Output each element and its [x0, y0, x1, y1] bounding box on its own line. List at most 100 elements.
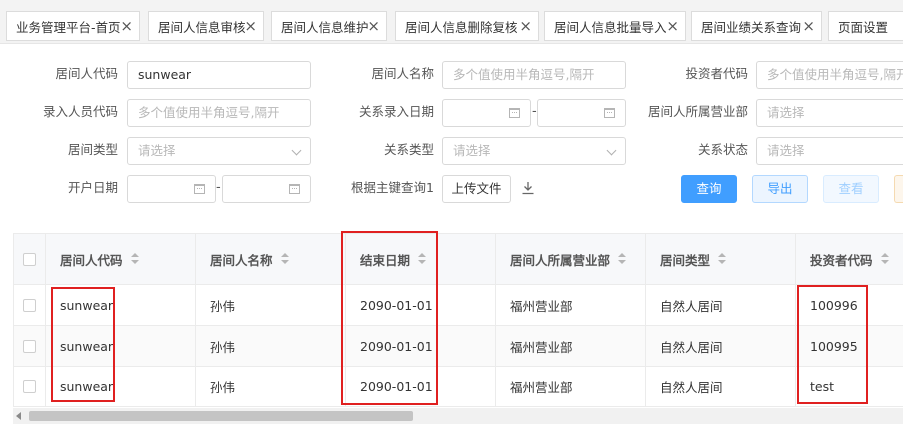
pk-query-label: 根据主键查询1 — [351, 180, 434, 195]
entry-staff-input[interactable]: 多个值使用半角逗号,隔开 — [127, 99, 311, 127]
cell-investor-code: 100996 — [796, 285, 903, 326]
sort-icon[interactable] — [130, 253, 139, 265]
header-agent-branch[interactable]: 居间人所属营业部 — [496, 234, 646, 285]
cell-agent-type: 自然人居间 — [646, 367, 796, 407]
tab-label: 业务管理平台-首页 — [16, 19, 121, 35]
tab-label: 居间人信息批量导入 — [554, 19, 667, 35]
export-button[interactable]: 导出 — [752, 175, 808, 203]
relation-status-select[interactable]: 请选择 — [756, 137, 903, 165]
header-agent-code[interactable]: 居间人代码 — [46, 234, 196, 285]
relation-date-end[interactable] — [537, 99, 626, 127]
calendar-icon — [509, 108, 520, 118]
header-end-date[interactable]: 结束日期 — [346, 234, 496, 285]
chevron-down-icon — [606, 145, 617, 156]
tab-home[interactable]: 业务管理平台-首页 × — [6, 11, 140, 41]
sort-icon[interactable] — [718, 253, 727, 265]
relation-type-label: 关系类型 — [383, 142, 434, 157]
header-checkbox-cell — [14, 234, 46, 285]
close-icon[interactable]: × — [367, 18, 380, 34]
header-label: 居间人名称 — [210, 252, 273, 268]
tab-bar: 业务管理平台-首页 × 居间人信息审核 × 居间人信息维护 × 居间人信息删除复… — [0, 0, 903, 44]
calendar-icon — [194, 184, 205, 194]
tab-agent-delete-review[interactable]: 居间人信息删除复核 × — [395, 11, 539, 41]
header-agent-type[interactable]: 居间类型 — [646, 234, 796, 285]
cell-investor-code: test — [796, 367, 903, 407]
download-icon[interactable] — [521, 181, 535, 195]
row-checkbox[interactable] — [23, 298, 36, 312]
header-label: 结束日期 — [360, 252, 411, 268]
header-agent-name[interactable]: 居间人名称 — [196, 234, 346, 285]
close-icon[interactable]: × — [802, 18, 815, 34]
tab-page-settings[interactable]: 页面设置 — [828, 11, 903, 41]
relation-type-select[interactable]: 请选择 — [442, 137, 626, 165]
close-icon[interactable]: × — [120, 18, 133, 34]
select-all-checkbox[interactable] — [23, 252, 36, 266]
agent-code-input[interactable]: sunwear — [127, 61, 311, 89]
row-checkbox-cell — [14, 326, 46, 367]
agent-branch-select[interactable]: 请选择 — [756, 99, 903, 127]
scrollbar-thumb[interactable] — [29, 411, 413, 421]
cell-agent-branch: 福州营业部 — [496, 326, 646, 367]
relation-date-label: 关系录入日期 — [358, 104, 434, 119]
more-button[interactable] — [894, 175, 903, 203]
sort-icon[interactable] — [280, 253, 289, 265]
cell-agent-branch: 福州营业部 — [496, 367, 646, 407]
investor-code-label: 投资者代码 — [685, 66, 748, 81]
agent-name-input[interactable]: 多个值使用半角逗号,隔开 — [442, 61, 626, 89]
cell-investor-code: 100995 — [796, 326, 903, 367]
date-separator: - — [532, 104, 537, 119]
row-checkbox-cell — [14, 367, 46, 407]
close-icon[interactable]: × — [666, 18, 679, 34]
relation-date-start[interactable] — [442, 99, 531, 127]
tab-agent-maintain[interactable]: 居间人信息维护 × — [271, 11, 387, 41]
cell-end-date: 2090-01-01 — [346, 285, 496, 326]
header-investor-code[interactable]: 投资者代码 — [796, 234, 903, 285]
date-separator: - — [216, 180, 221, 195]
entry-staff-label: 录入人员代码 — [42, 104, 118, 119]
relation-type-placeholder: 请选择 — [453, 143, 491, 158]
agent-type-select[interactable]: 请选择 — [127, 137, 311, 165]
cell-agent-type: 自然人居间 — [646, 285, 796, 326]
tab-label: 居间人信息删除复核 — [405, 19, 518, 35]
header-label: 居间人代码 — [60, 252, 123, 268]
tab-label: 居间业绩关系查询 — [701, 19, 802, 35]
scroll-left-icon[interactable] — [16, 412, 21, 420]
agent-name-label: 居间人名称 — [371, 66, 434, 81]
open-date-label: 开户日期 — [67, 180, 118, 195]
cell-agent-type: 自然人居间 — [646, 326, 796, 367]
sort-icon[interactable] — [880, 253, 889, 265]
tab-label: 居间人信息审核 — [158, 19, 246, 35]
cell-agent-code: sunwear — [46, 285, 196, 326]
open-date-end[interactable] — [222, 175, 311, 203]
tab-agent-review[interactable]: 居间人信息审核 × — [148, 11, 264, 41]
tab-agent-batch-import[interactable]: 居间人信息批量导入 × — [544, 11, 686, 41]
tab-performance-query[interactable]: 居间业绩关系查询 × — [691, 11, 822, 41]
sort-icon[interactable] — [618, 253, 627, 265]
open-date-start[interactable] — [127, 175, 216, 203]
agent-branch-label: 居间人所属营业部 — [647, 104, 748, 119]
row-checkbox[interactable] — [23, 339, 36, 353]
cell-end-date: 2090-01-01 — [346, 367, 496, 407]
header-label: 居间类型 — [660, 252, 711, 268]
cell-agent-code: sunwear — [46, 367, 196, 407]
cell-agent-name: 孙伟 — [196, 326, 346, 367]
upload-file-button[interactable]: 上传文件 — [442, 175, 511, 203]
horizontal-scrollbar[interactable] — [13, 408, 903, 424]
relation-status-label: 关系状态 — [697, 142, 748, 157]
investor-code-input[interactable]: 多个值使用半角逗号,隔开 — [756, 61, 903, 89]
row-checkbox[interactable] — [23, 380, 36, 393]
calendar-icon — [289, 184, 300, 194]
chevron-down-icon — [291, 145, 302, 156]
cell-agent-name: 孙伟 — [196, 285, 346, 326]
query-button[interactable]: 查询 — [681, 175, 737, 203]
row-checkbox-cell — [14, 285, 46, 326]
agent-code-label: 居间人代码 — [55, 66, 118, 81]
view-button[interactable]: 查看 — [823, 175, 879, 203]
cell-end-date: 2090-01-01 — [346, 326, 496, 367]
close-icon[interactable]: × — [244, 18, 257, 34]
cell-agent-name: 孙伟 — [196, 367, 346, 407]
header-label: 居间人所属营业部 — [510, 252, 611, 268]
header-label: 投资者代码 — [810, 252, 873, 268]
sort-icon[interactable] — [418, 253, 427, 265]
close-icon[interactable]: × — [519, 18, 532, 34]
